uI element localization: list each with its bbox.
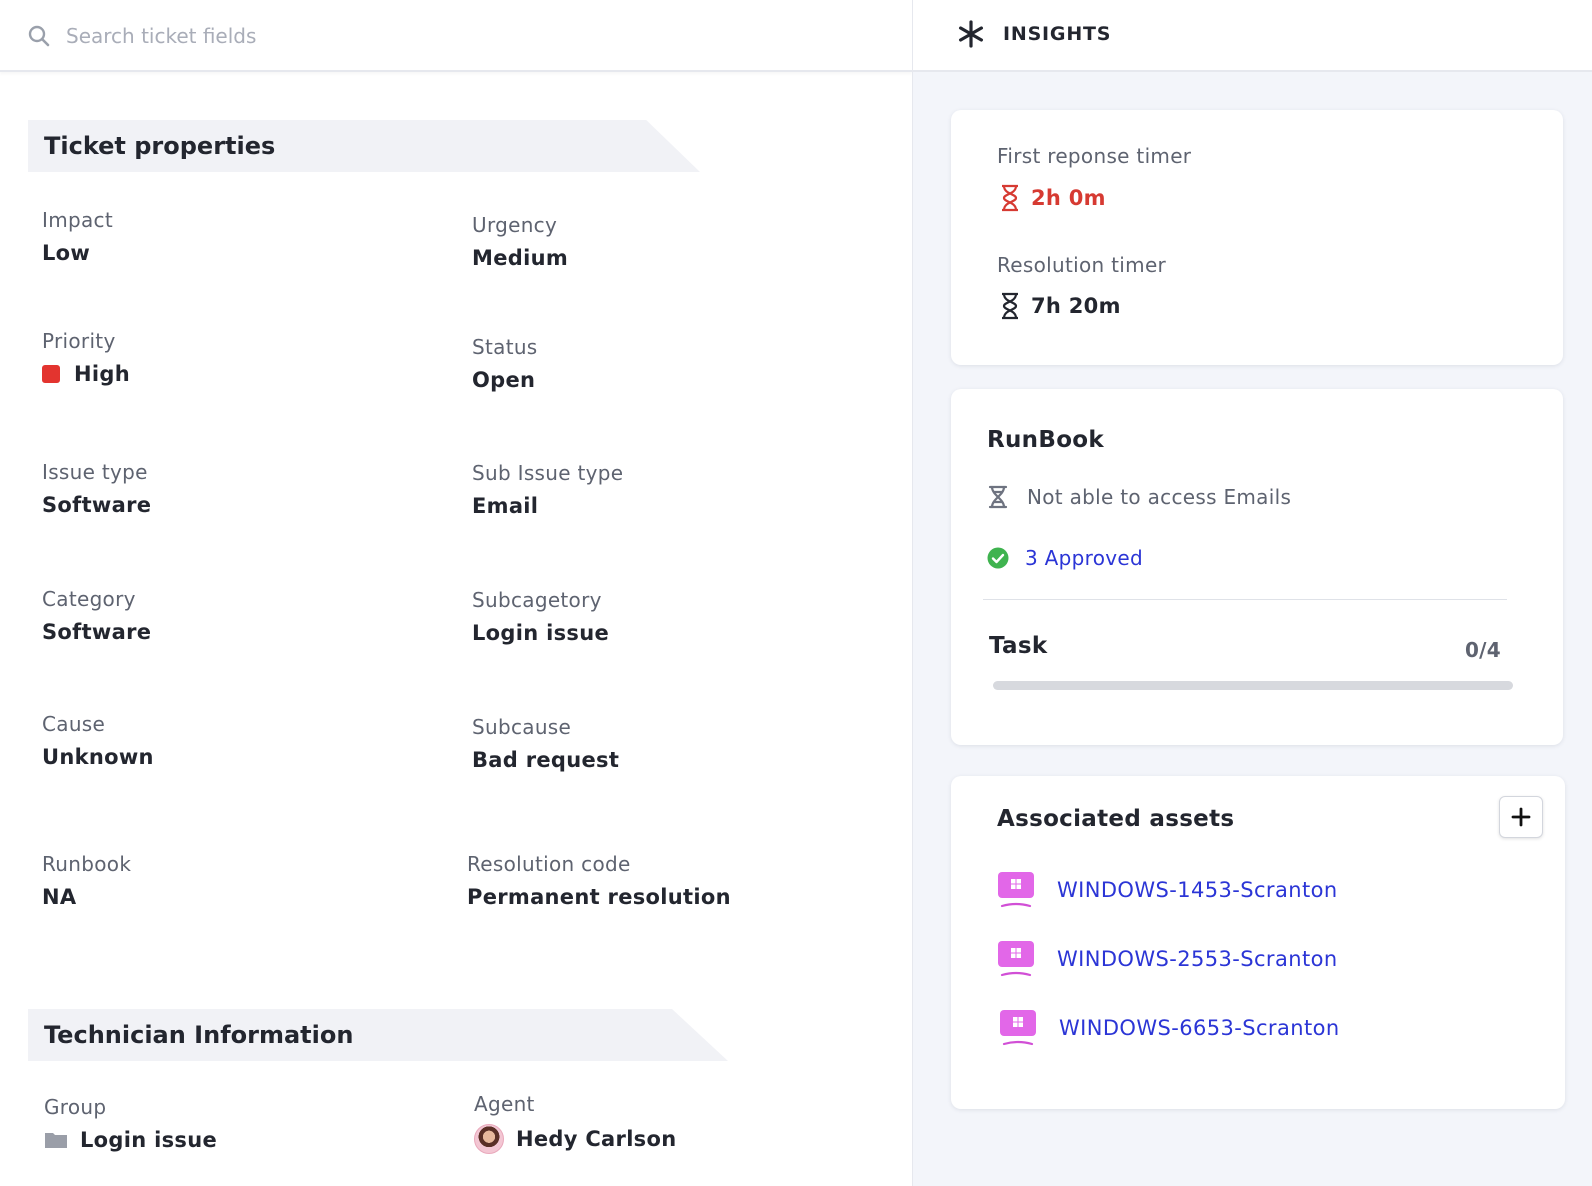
field-sub-issue-type[interactable]: Sub Issue type Email — [472, 460, 623, 519]
field-impact[interactable]: Impact Low — [42, 207, 113, 266]
field-value: Email — [472, 494, 539, 518]
field-label: Group — [44, 1095, 107, 1119]
field-value: Login issue — [472, 621, 609, 645]
section-title: Technician Information — [44, 1021, 354, 1049]
divider — [983, 599, 1507, 600]
field-agent[interactable]: Agent Hedy Carlson — [474, 1091, 676, 1154]
field-value: High — [74, 362, 130, 386]
priority-high-indicator — [42, 365, 60, 383]
windows-desktop-icon — [998, 941, 1034, 977]
first-response-timer-label: First reponse timer — [997, 144, 1192, 168]
field-value: Unknown — [42, 745, 154, 769]
resolution-timer-value: 7h 20m — [1031, 294, 1121, 318]
field-label: Cause — [42, 712, 106, 736]
field-label: Resolution code — [467, 852, 631, 876]
field-group[interactable]: Group Login issue — [44, 1094, 217, 1153]
plus-icon — [1511, 807, 1531, 827]
asterisk-icon — [958, 20, 983, 48]
field-value: Login issue — [80, 1128, 217, 1152]
asset-name: WINDOWS-2553-Scranton — [1057, 947, 1338, 971]
runbook-item[interactable]: Not able to access Emails — [987, 485, 1291, 509]
field-label: Subcause — [472, 715, 572, 739]
agent-value: Hedy Carlson — [474, 1124, 676, 1154]
ticket-fields-panel: Ticket properties Impact Low Urgency Med… — [0, 0, 912, 1186]
avatar — [474, 1124, 504, 1154]
task-label: Task — [989, 633, 1048, 659]
add-asset-button[interactable] — [1499, 796, 1543, 838]
insights-header: INSIGHTS — [913, 0, 1592, 72]
field-cause[interactable]: Cause Unknown — [42, 711, 154, 770]
runbook-title: RunBook — [987, 427, 1104, 453]
group-value: Login issue — [44, 1127, 217, 1153]
associated-assets-title: Associated assets — [997, 806, 1235, 832]
associated-assets-card: Associated assets WINDOWS-1453-Scranton — [951, 776, 1565, 1109]
sla-timers-card: First reponse timer 2h 0m Resolution tim… — [951, 110, 1563, 365]
field-label: Subcagetory — [472, 588, 602, 612]
first-response-timer: 2h 0m — [999, 184, 1106, 212]
field-label: Priority — [42, 329, 116, 353]
field-label: Sub Issue type — [472, 461, 624, 485]
field-value: Software — [42, 493, 152, 517]
field-subcause[interactable]: Subcause Bad request — [472, 714, 619, 773]
asset-link[interactable]: WINDOWS-1453-Scranton — [997, 870, 1338, 910]
field-priority[interactable]: Priority High — [42, 328, 130, 387]
check-circle-icon — [987, 547, 1009, 569]
asset-link[interactable]: WINDOWS-6653-Scranton — [999, 1008, 1340, 1048]
priority-value: High — [42, 361, 130, 387]
dna-icon — [988, 485, 1008, 509]
field-value: Bad request — [472, 748, 620, 772]
field-label: Issue type — [42, 460, 148, 484]
search-bar — [0, 0, 912, 72]
folder-icon — [45, 1133, 67, 1148]
field-value: Open — [472, 368, 536, 392]
field-label: Urgency — [472, 213, 558, 237]
task-progress-bar — [993, 681, 1513, 690]
runbook-item-label: Not able to access Emails — [1027, 485, 1292, 509]
windows-desktop-icon — [1000, 1010, 1036, 1046]
technician-information-heading: Technician Information — [28, 1009, 728, 1061]
field-issue-type[interactable]: Issue type Software — [42, 459, 151, 518]
field-value: Hedy Carlson — [516, 1127, 677, 1151]
ticket-properties-heading: Ticket properties — [28, 120, 700, 172]
field-value: NA — [42, 885, 77, 909]
section-title: Ticket properties — [44, 132, 276, 160]
field-label: Impact — [42, 208, 113, 232]
asset-link[interactable]: WINDOWS-2553-Scranton — [997, 939, 1338, 979]
field-runbook[interactable]: Runbook NA — [42, 851, 131, 910]
asset-name: WINDOWS-6653-Scranton — [1059, 1016, 1340, 1040]
field-label: Runbook — [42, 852, 132, 876]
insights-title: INSIGHTS — [1003, 23, 1112, 45]
field-label: Agent — [474, 1092, 535, 1116]
approved-link[interactable]: 3 Approved — [987, 546, 1143, 570]
resolution-timer-label: Resolution timer — [997, 253, 1167, 277]
field-status[interactable]: Status Open — [472, 334, 538, 393]
asset-name: WINDOWS-1453-Scranton — [1057, 878, 1338, 902]
field-category[interactable]: Category Software — [42, 586, 151, 645]
field-value: Low — [42, 241, 91, 265]
resolution-timer: 7h 20m — [999, 292, 1121, 320]
insights-panel: INSIGHTS First reponse timer 2h 0m Resol… — [912, 0, 1592, 1186]
first-response-timer-value: 2h 0m — [1031, 186, 1106, 210]
field-value: Medium — [472, 246, 569, 270]
field-label: Status — [472, 335, 538, 359]
field-value: Software — [42, 620, 152, 644]
task-count: 0/4 — [1464, 638, 1501, 662]
hourglass-icon — [1002, 184, 1018, 212]
search-icon — [28, 25, 50, 47]
search-input[interactable] — [66, 18, 766, 54]
field-label: Category — [42, 587, 136, 611]
runbook-card: RunBook Not able to access Emails 3 Appr… — [951, 389, 1563, 745]
windows-desktop-icon — [998, 872, 1034, 908]
hourglass-icon — [1002, 292, 1018, 320]
approved-label: 3 Approved — [1025, 546, 1144, 570]
field-resolution-code[interactable]: Resolution code Permanent resolution — [467, 851, 731, 910]
field-value: Permanent resolution — [467, 885, 731, 909]
field-subcategory[interactable]: Subcagetory Login issue — [472, 587, 609, 646]
field-urgency[interactable]: Urgency Medium — [472, 212, 568, 271]
